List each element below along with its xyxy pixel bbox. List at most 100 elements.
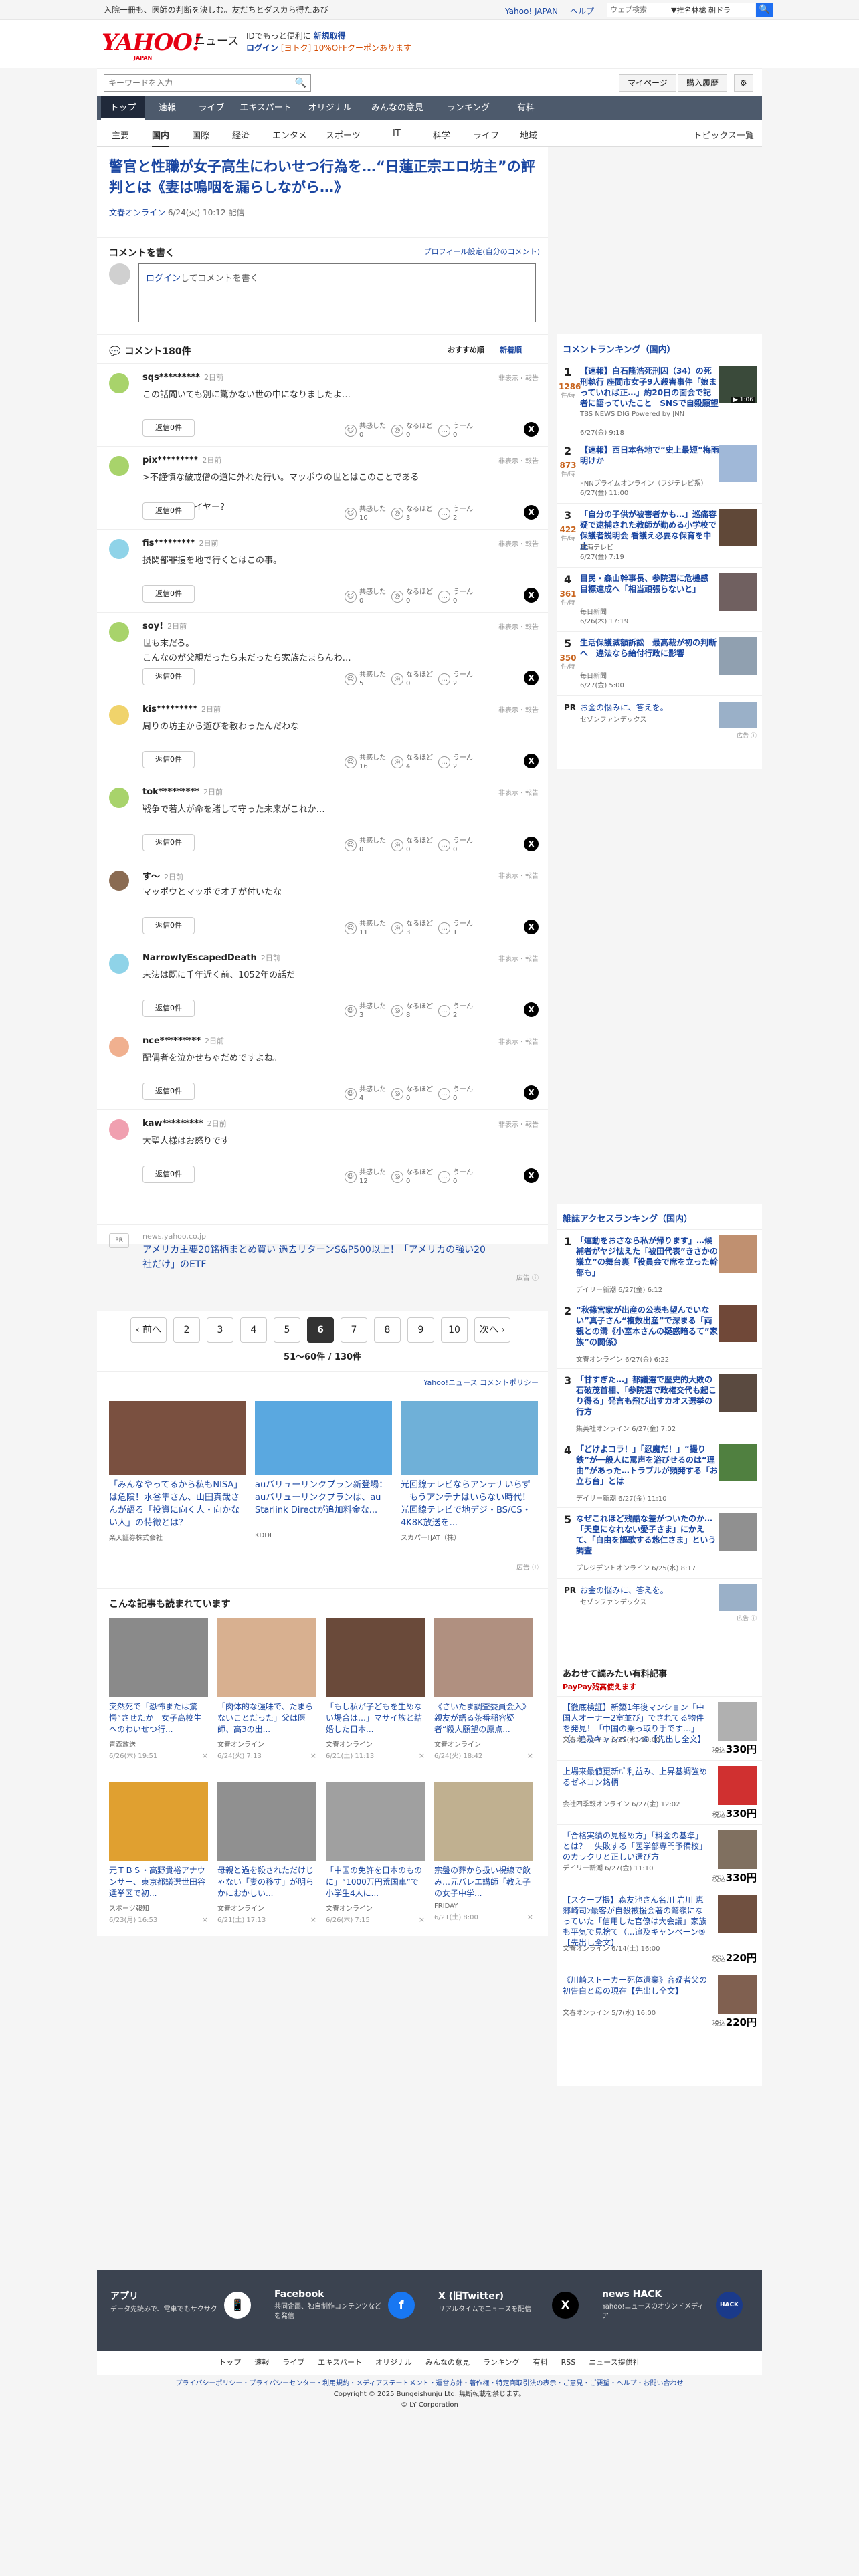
footer-nav-8[interactable]: RSS bbox=[561, 2358, 576, 2367]
category-tab-8[interactable]: ライフ bbox=[473, 128, 499, 141]
main-nav-0[interactable]: トップ bbox=[101, 96, 145, 120]
magazine-ranking-title[interactable]: 雑誌アクセスランキング（国内） bbox=[563, 1212, 692, 1224]
ad-image[interactable] bbox=[109, 1401, 246, 1475]
footer-nav-0[interactable]: トップ bbox=[219, 2358, 241, 2367]
reaction-hmm[interactable]: … うーん 0 bbox=[438, 422, 473, 439]
category-tab-5[interactable]: スポーツ bbox=[326, 128, 361, 141]
reply-button[interactable]: 返信0件 bbox=[142, 668, 195, 685]
ranking-thumb[interactable] bbox=[719, 637, 757, 675]
signup-link[interactable]: 新規取得 bbox=[314, 31, 346, 41]
login-link[interactable]: ログイン bbox=[246, 43, 278, 53]
ranking-thumb[interactable] bbox=[719, 573, 757, 611]
reaction-agree[interactable]: ☺ 共感した 4 bbox=[345, 1085, 386, 1103]
footer-nav-1[interactable]: 速報 bbox=[254, 2358, 269, 2367]
avatar[interactable] bbox=[109, 788, 129, 808]
footer-0[interactable]: アプリ データ先読みで、電車でもサクサク 📱 bbox=[110, 2289, 258, 2319]
close-icon[interactable]: × bbox=[419, 1751, 425, 1760]
avatar[interactable] bbox=[109, 373, 129, 393]
related-image[interactable] bbox=[109, 1782, 208, 1861]
magazine-thumb[interactable] bbox=[719, 1444, 757, 1481]
ad-card-title[interactable]: 光回線テレビならアンテナいらず｜もうアンテナはいらない時代！光回線テレビで地デジ… bbox=[401, 1479, 538, 1531]
ad-card[interactable]: 「みんなやってるから私もNISA」は危険！水谷隼さん、山田真哉さんが語る「投資に… bbox=[109, 1401, 246, 1542]
reply-button[interactable]: 返信0件 bbox=[142, 917, 195, 934]
paid-title[interactable]: 「合格実績の見極め方」「料金の基準」とは？ 失敗する「医学部専門予備校」のカラク… bbox=[563, 1830, 710, 1862]
ranking-item[interactable]: 3 422 件/時 「自分の子供が被害者かも…」巡痛容疑で逮捕された教師が勤める小学校… bbox=[557, 503, 762, 567]
inline-ad[interactable]: PR news.yahoo.co.jp アメリカ主要20銘柄まとめ買い 過去リタ… bbox=[97, 1224, 548, 1283]
next-page-button[interactable]: 次へ › bbox=[474, 1317, 510, 1343]
magazine-thumb[interactable] bbox=[719, 1235, 757, 1273]
reaction-insight[interactable]: ◎ なるほど 0 bbox=[391, 588, 433, 605]
x-share-icon[interactable]: X bbox=[524, 671, 539, 685]
related-card[interactable]: 突然死で「恐怖または驚愕”させたか 女子高校生へのわいせつ行... 青森放送 6/2… bbox=[109, 1618, 208, 1760]
comment-user[interactable]: kaw********* 2日前 bbox=[142, 1118, 227, 1129]
comment-user[interactable]: sqs********* 2日前 bbox=[142, 372, 223, 383]
category-tab-4[interactable]: エンタメ bbox=[272, 128, 307, 141]
magazine-thumb[interactable] bbox=[719, 1305, 757, 1342]
comment-user[interactable]: nce********* 2日前 bbox=[142, 1035, 224, 1046]
x-share-icon[interactable]: X bbox=[524, 1002, 539, 1017]
avatar[interactable] bbox=[109, 539, 129, 559]
magazine-item[interactable]: 4 「どけよコラ！」「忍魔だ！」“撮り鉄”が一般人に罵声を浴びせるのは“理由”があ… bbox=[557, 1438, 762, 1507]
reaction-agree[interactable]: ☺ 共感した 10 bbox=[345, 505, 386, 522]
report-link[interactable]: 非表示・報告 bbox=[498, 621, 539, 631]
ad-card-title[interactable]: 「みんなやってるから私もNISA」は危険！水谷隼さん、山田真哉さんが語る「投資に… bbox=[109, 1479, 246, 1531]
reply-button[interactable]: 返信0件 bbox=[142, 751, 195, 768]
reply-button[interactable]: 返信0件 bbox=[142, 834, 195, 851]
report-link[interactable]: 非表示・報告 bbox=[498, 1036, 539, 1046]
footer-nav-9[interactable]: ニュース提供社 bbox=[589, 2358, 640, 2367]
comment-user[interactable]: NarrowlyEscapedDeath 2日前 bbox=[142, 952, 280, 963]
purchase-history-button[interactable]: 購入履歴 bbox=[678, 74, 728, 92]
reaction-agree[interactable]: ☺ 共感した 0 bbox=[345, 837, 386, 854]
related-card-title[interactable]: 《さいたま調査委員会入》親友が語る茶番稲容疑者“殺人願望の原点... bbox=[434, 1701, 533, 1736]
related-card[interactable]: 母親と過を殺されただけじゃない「妻の移す」が明らかにおかしい... 文春オンライン… bbox=[217, 1782, 316, 1924]
ad-image[interactable] bbox=[255, 1401, 392, 1475]
avatar[interactable] bbox=[109, 871, 129, 891]
reaction-insight[interactable]: ◎ なるほど 4 bbox=[391, 754, 433, 771]
ad-card[interactable]: 光回線テレビならアンテナいらず｜もうアンテナはいらない時代！光回線テレビで地デジ… bbox=[401, 1401, 538, 1542]
ranking-item[interactable]: 4 361 件/時 目民・森山幹事長、参院選に危機感 目標達成へ「相当頑張らないと」毎… bbox=[557, 567, 762, 631]
related-card-title[interactable]: 「もし私が子どもを生めない場合は…」マサイ族と結婚した日本... bbox=[326, 1701, 425, 1736]
ad-label[interactable]: 広告 ⓘ bbox=[737, 731, 757, 740]
footer-nav-3[interactable]: エキスパート bbox=[318, 2358, 362, 2367]
reply-button[interactable]: 返信0件 bbox=[142, 502, 195, 520]
x-icon[interactable]: X bbox=[552, 2292, 579, 2319]
ad-card-title[interactable]: auバリューリンクプラン新登場：auバリューリンクプランは、au Starlin… bbox=[255, 1479, 392, 1531]
top-promo-text[interactable]: 入院一冊も、医師の判断を決しむ。友だちとダスカら得たあび bbox=[104, 4, 328, 15]
ad-label[interactable]: 広告 ⓘ bbox=[516, 1272, 539, 1282]
related-card[interactable]: 元ＴＢＳ・高野貴裕アナウンサー、東京都議選世田谷選挙区で初... スポーツ報知 6/… bbox=[109, 1782, 208, 1924]
comment-textarea[interactable]: ログインしてコメントを書く bbox=[138, 263, 536, 322]
related-card[interactable]: 「中国の免許を日本のものに」“1000万円荒国車”で小学生4人に... 文春オンラ… bbox=[326, 1782, 425, 1924]
magazine-item[interactable]: 2 “秋篠宮家が出産の公表も望んでいない”真子さん“複数出産”で深まる「両親との溝… bbox=[557, 1299, 762, 1368]
reaction-insight[interactable]: ◎ なるほど 0 bbox=[391, 671, 433, 688]
main-nav-6[interactable]: ランキング bbox=[433, 96, 504, 120]
paid-title[interactable]: 《川崎ストーカー死体遺棄》容疑者父の初告白と母の現在【先出し全文】 bbox=[563, 1975, 710, 1996]
reaction-agree[interactable]: ☺ 共感した 0 bbox=[345, 422, 386, 439]
ranking-thumb[interactable] bbox=[719, 509, 757, 546]
report-link[interactable]: 非表示・報告 bbox=[498, 870, 539, 880]
ad-label[interactable]: 広告 ⓘ bbox=[516, 1562, 539, 1572]
web-search-suggest[interactable]: ▼推名林檎 朝ドラ bbox=[671, 5, 731, 15]
comment-user[interactable]: soy! 2日前 bbox=[142, 621, 187, 631]
reaction-insight[interactable]: ◎ なるほど 0 bbox=[391, 1168, 433, 1186]
related-image[interactable] bbox=[217, 1618, 316, 1697]
paid-thumb[interactable] bbox=[718, 1895, 757, 1933]
report-link[interactable]: 非表示・報告 bbox=[498, 372, 539, 383]
ranking-item[interactable]: 5 350 件/時 生活保護減額訴訟 最高裁が初の判断へ 違法なら給付行政に影響 毎日新… bbox=[557, 631, 762, 695]
x-share-icon[interactable]: X bbox=[524, 920, 539, 934]
related-card[interactable]: 「もし私が子どもを生めない場合は…」マサイ族と結婚した日本... 文春オンライン 6… bbox=[326, 1618, 425, 1760]
ranking-pr[interactable]: PR お金の悩みに、答えを。 セゾンファンデックス 広告 ⓘ bbox=[557, 695, 762, 742]
ranking-thumb[interactable] bbox=[719, 445, 757, 482]
main-nav-5[interactable]: みんなの意見 bbox=[362, 96, 433, 120]
category-tab-9[interactable]: 地域 bbox=[520, 128, 537, 141]
reaction-agree[interactable]: ☺ 共感した 0 bbox=[345, 588, 386, 605]
magazine-title[interactable]: 「運動をおさなら私が帰ります」…候補者がヤジ怯えた「被田代表”きさかの議立”の舞… bbox=[576, 1235, 719, 1278]
related-image[interactable] bbox=[434, 1618, 533, 1697]
ranking-title[interactable]: 生活保護減額訴訟 最高裁が初の判断へ 違法なら給付行政に影響 bbox=[580, 637, 719, 659]
related-card-title[interactable]: 「肉体的な強味で、たまらないことだった」父は医師、高3の出... bbox=[217, 1701, 316, 1736]
app-icon[interactable]: 📱 bbox=[224, 2292, 251, 2319]
magazine-pr[interactable]: PR お金の悩みに、答えを。 セゾンファンデックス 広告 ⓘ bbox=[557, 1578, 762, 1625]
reaction-hmm[interactable]: … うーん 0 bbox=[438, 588, 473, 605]
paid-thumb[interactable] bbox=[718, 1702, 757, 1741]
comment-user[interactable]: す〜 2日前 bbox=[142, 869, 183, 882]
related-card-title[interactable]: 母親と過を殺されただけじゃない「妻の移す」が明らかにおかしい... bbox=[217, 1865, 316, 1900]
